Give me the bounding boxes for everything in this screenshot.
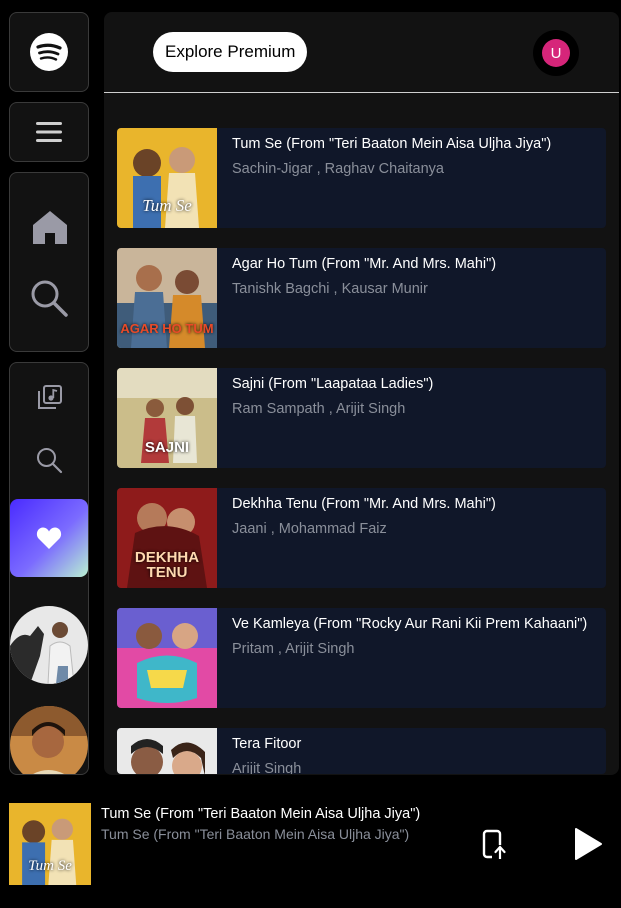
song-cover: AGAR HO TUM [117, 248, 217, 348]
artist-avatar-1[interactable] [10, 606, 88, 684]
menu-button[interactable] [9, 102, 89, 162]
cover-caption: Tum Se [142, 196, 192, 215]
song-title: Sajni (From "Laapataa Ladies") [232, 376, 434, 392]
spotify-logo-box[interactable] [9, 12, 89, 92]
sidebar-nav [9, 172, 89, 352]
song-artists: Tanishk Bagchi , Kausar Munir [232, 281, 428, 297]
now-playing-title[interactable]: Tum Se (From "Teri Baaton Mein Aisa Uljh… [101, 806, 420, 822]
now-playing-cover-caption: Tum Se [28, 858, 72, 874]
song-artists: Ram Sampath , Arijit Singh [232, 401, 406, 417]
liked-songs-tile[interactable] [10, 499, 88, 577]
now-playing-bar: Tum Se Tum Se (From "Teri Baaton Mein Ai… [0, 790, 621, 908]
song-title: Agar Ho Tum (From "Mr. And Mrs. Mahi") [232, 256, 497, 272]
top-bar: Explore Premium U [104, 12, 619, 93]
song-cover [117, 728, 217, 774]
song-card[interactable]: Tum Se Tum Se (From "Teri Baaton Mein Ai… [117, 128, 606, 228]
artist-avatar-2[interactable] [10, 706, 88, 774]
user-avatar: U [542, 39, 570, 67]
song-card[interactable]: Ve Kamleya (From "Rocky Aur Rani Kii Pre… [117, 608, 606, 708]
song-artists: Sachin-Jigar , Raghav Chaitanya [232, 161, 444, 177]
song-card[interactable]: SAJNI Sajni (From "Laapataa Ladies") Ram… [117, 368, 606, 468]
library-music-icon[interactable] [36, 383, 64, 411]
song-cover: Tum Se [117, 128, 217, 228]
library-search-icon[interactable] [34, 445, 64, 475]
song-artists: Pritam , Arijit Singh [232, 641, 355, 657]
explore-premium-button[interactable]: Explore Premium [153, 32, 308, 72]
hamburger-icon [36, 122, 62, 142]
user-avatar-button[interactable]: U [533, 30, 579, 76]
song-cover [117, 608, 217, 708]
song-artists: Jaani , Mohammad Faiz [232, 521, 387, 537]
cover-caption: DEKHHA TENU [134, 549, 200, 581]
search-icon[interactable] [28, 277, 70, 319]
song-title: Dekhha Tenu (From "Mr. And Mrs. Mahi") [232, 496, 496, 512]
song-cover: SAJNI [117, 368, 217, 468]
song-title: Tum Se (From "Teri Baaton Mein Aisa Uljh… [232, 136, 552, 152]
cover-caption: AGAR HO TUM [120, 321, 214, 336]
song-cover: DEKHHA TENU [117, 488, 217, 588]
song-card[interactable]: DEKHHA TENU Dekhha Tenu (From "Mr. And M… [117, 488, 606, 588]
spotify-logo-icon [30, 33, 68, 71]
song-title: Tera Fitoor [232, 736, 302, 752]
now-playing-cover[interactable]: Tum Se [9, 803, 91, 885]
song-card[interactable]: AGAR HO TUM Agar Ho Tum (From "Mr. And M… [117, 248, 606, 348]
now-playing-subtitle: Tum Se (From "Teri Baaton Mein Aisa Uljh… [101, 826, 410, 842]
play-icon[interactable] [570, 826, 606, 862]
sidebar-library [9, 362, 89, 775]
song-title: Ve Kamleya (From "Rocky Aur Rani Kii Pre… [232, 616, 588, 632]
song-artists: Arijit Singh [232, 761, 302, 774]
heart-icon [36, 527, 62, 549]
song-card[interactable]: Tera Fitoor Arijit Singh [117, 728, 606, 774]
cover-caption: SAJNI [144, 439, 190, 456]
home-icon[interactable] [30, 207, 70, 247]
connect-device-icon[interactable] [480, 828, 510, 862]
